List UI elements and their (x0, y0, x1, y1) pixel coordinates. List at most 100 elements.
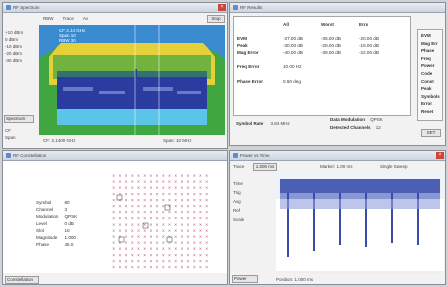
constellation-point: × (155, 173, 158, 178)
set-button[interactable]: SET (421, 129, 441, 137)
constellation-point: × (131, 265, 134, 270)
constellation-point: × (143, 210, 146, 215)
toolbar-item-trace[interactable]: Trace (63, 16, 74, 21)
constellation-point: × (162, 265, 165, 270)
spectrum-title: RF Spectrum (13, 5, 40, 10)
side-button[interactable]: Error (421, 100, 442, 108)
side-label[interactable]: Scale (233, 215, 244, 224)
constellation-point: × (168, 210, 171, 215)
constellation-point: × (168, 222, 171, 227)
side-button[interactable]: Reset (421, 108, 442, 116)
constellation-point: × (118, 252, 121, 257)
power-view-dropdown[interactable]: Power (232, 275, 258, 283)
side-button[interactable]: Freq (421, 55, 442, 63)
row-label: Phase Error (237, 79, 264, 84)
cell: 0.50 deg (283, 79, 301, 84)
constellation-point: × (131, 234, 134, 239)
constellation-point: × (118, 210, 121, 215)
scale-label: -20 dBm (5, 51, 23, 56)
constellation-point: × (124, 216, 127, 221)
constellation-point: × (180, 234, 183, 239)
toolbar-item-rbw[interactable]: RBW (43, 16, 54, 21)
table-row: Freq Error 10.00 Hz (234, 63, 394, 70)
constellation-point: × (193, 258, 196, 263)
close-icon[interactable]: × (436, 152, 444, 159)
side-button[interactable]: Peak (421, 85, 442, 93)
constellation-point: × (118, 228, 121, 233)
constellation-point: × (205, 210, 208, 215)
constellation-point: × (205, 185, 208, 190)
side-button[interactable]: Phase (421, 47, 442, 55)
spectrum-cf-readout: CF: 2.1400 GHz (43, 138, 76, 143)
constellation-point: × (180, 265, 183, 270)
app-icon (6, 5, 11, 10)
side-label[interactable]: Time (233, 179, 244, 188)
constellation-plot: × × × × × × × × × × × × × × × ×× × × × × × × × × × × × × × × ×× × × × × × × ×… (112, 173, 208, 270)
constellation-point: × (186, 179, 189, 184)
toolbar-item-avg[interactable]: Av (83, 16, 88, 21)
constellation-point: × (199, 185, 202, 190)
constellation-point: × (168, 246, 171, 251)
close-icon[interactable]: × (218, 4, 226, 11)
constellation-point: × (112, 179, 115, 184)
constellation-point: × (168, 228, 171, 233)
constellation-point: × (112, 210, 115, 215)
constellation-point: × (205, 246, 208, 251)
cell: 10.00 Hz (283, 64, 302, 69)
spectrum-titlebar: RF Spectrum × (3, 3, 227, 13)
run-stop-button[interactable]: Stop (207, 15, 225, 23)
side-button[interactable]: Power (421, 62, 442, 70)
info-label: Magnitude (36, 235, 58, 240)
constellation-point: × (131, 252, 134, 257)
constellation-point: × (162, 191, 165, 196)
constellation-point: × (174, 191, 177, 196)
info-value: 45.0 (64, 242, 74, 247)
constellation-point: × (205, 265, 208, 270)
constellation-point: × (199, 240, 202, 245)
constellation-point: × (186, 258, 189, 263)
constellation-point: × (199, 216, 202, 221)
single-sweep-button[interactable]: Single Sweep (380, 164, 408, 169)
constellation-point: × (180, 246, 183, 251)
side-button[interactable]: Code (421, 70, 442, 78)
constellation-point: × (186, 228, 189, 233)
constellation-view-dropdown[interactable]: Constellation (5, 276, 39, 284)
constellation-point: × (168, 179, 171, 184)
side-label[interactable]: Trig (233, 188, 244, 197)
side-button[interactable]: Symbols (421, 93, 442, 101)
cell: -28.00 dB (321, 43, 341, 48)
constellation-info: Symbol 80 Channel 3 Modulation QPSK Level 0 … (33, 199, 80, 248)
marker-readout: Marker: 1.00 ms (320, 164, 353, 169)
spectrum-window: RF Spectrum × RBW Trace Av Stop +10 dBm … (2, 2, 228, 149)
bottom-label-span: Span (5, 135, 16, 140)
constellation-point: × (193, 216, 196, 221)
constellation-point: × (131, 240, 134, 245)
constellation-point: × (186, 222, 189, 227)
side-button[interactable]: EVM (421, 32, 442, 40)
constellation-point: × (155, 185, 158, 190)
side-label[interactable]: Avg (233, 197, 244, 206)
constellation-point: × (205, 258, 208, 263)
constellation-point: × (112, 228, 115, 233)
table-row: Peak -30.00 dB -28.00 dB -15.00 dB (234, 42, 394, 49)
constellation-point: × (143, 234, 146, 239)
side-button[interactable]: Mag Err (421, 40, 442, 48)
constellation-point: × (193, 246, 196, 251)
spectrum-view-dropdown[interactable]: Spectrum (4, 115, 34, 123)
constellation-point: × (137, 234, 140, 239)
position-readout: Position: 1.000 ms (276, 277, 314, 282)
trace-label[interactable]: Trace (233, 164, 244, 169)
constellation-point: × (112, 185, 115, 190)
constellation-point: × (149, 252, 152, 257)
time-scale-input[interactable]: 1.000 ms (253, 163, 277, 171)
constellation-point: × (168, 185, 171, 190)
side-label[interactable]: Ref (233, 206, 244, 215)
constellation-point: × (205, 228, 208, 233)
constellation-point: × (180, 204, 183, 209)
table-row: EVM -37.00 dB -35.00 dB -20.00 dB (234, 35, 394, 42)
constellation-point: × (112, 234, 115, 239)
side-button[interactable]: Const (421, 78, 442, 86)
constellation-point: × (168, 265, 171, 270)
constellation-point: × (199, 222, 202, 227)
power-window: Power vs Time × Trace 1.000 ms Marker: 1… (229, 150, 446, 285)
